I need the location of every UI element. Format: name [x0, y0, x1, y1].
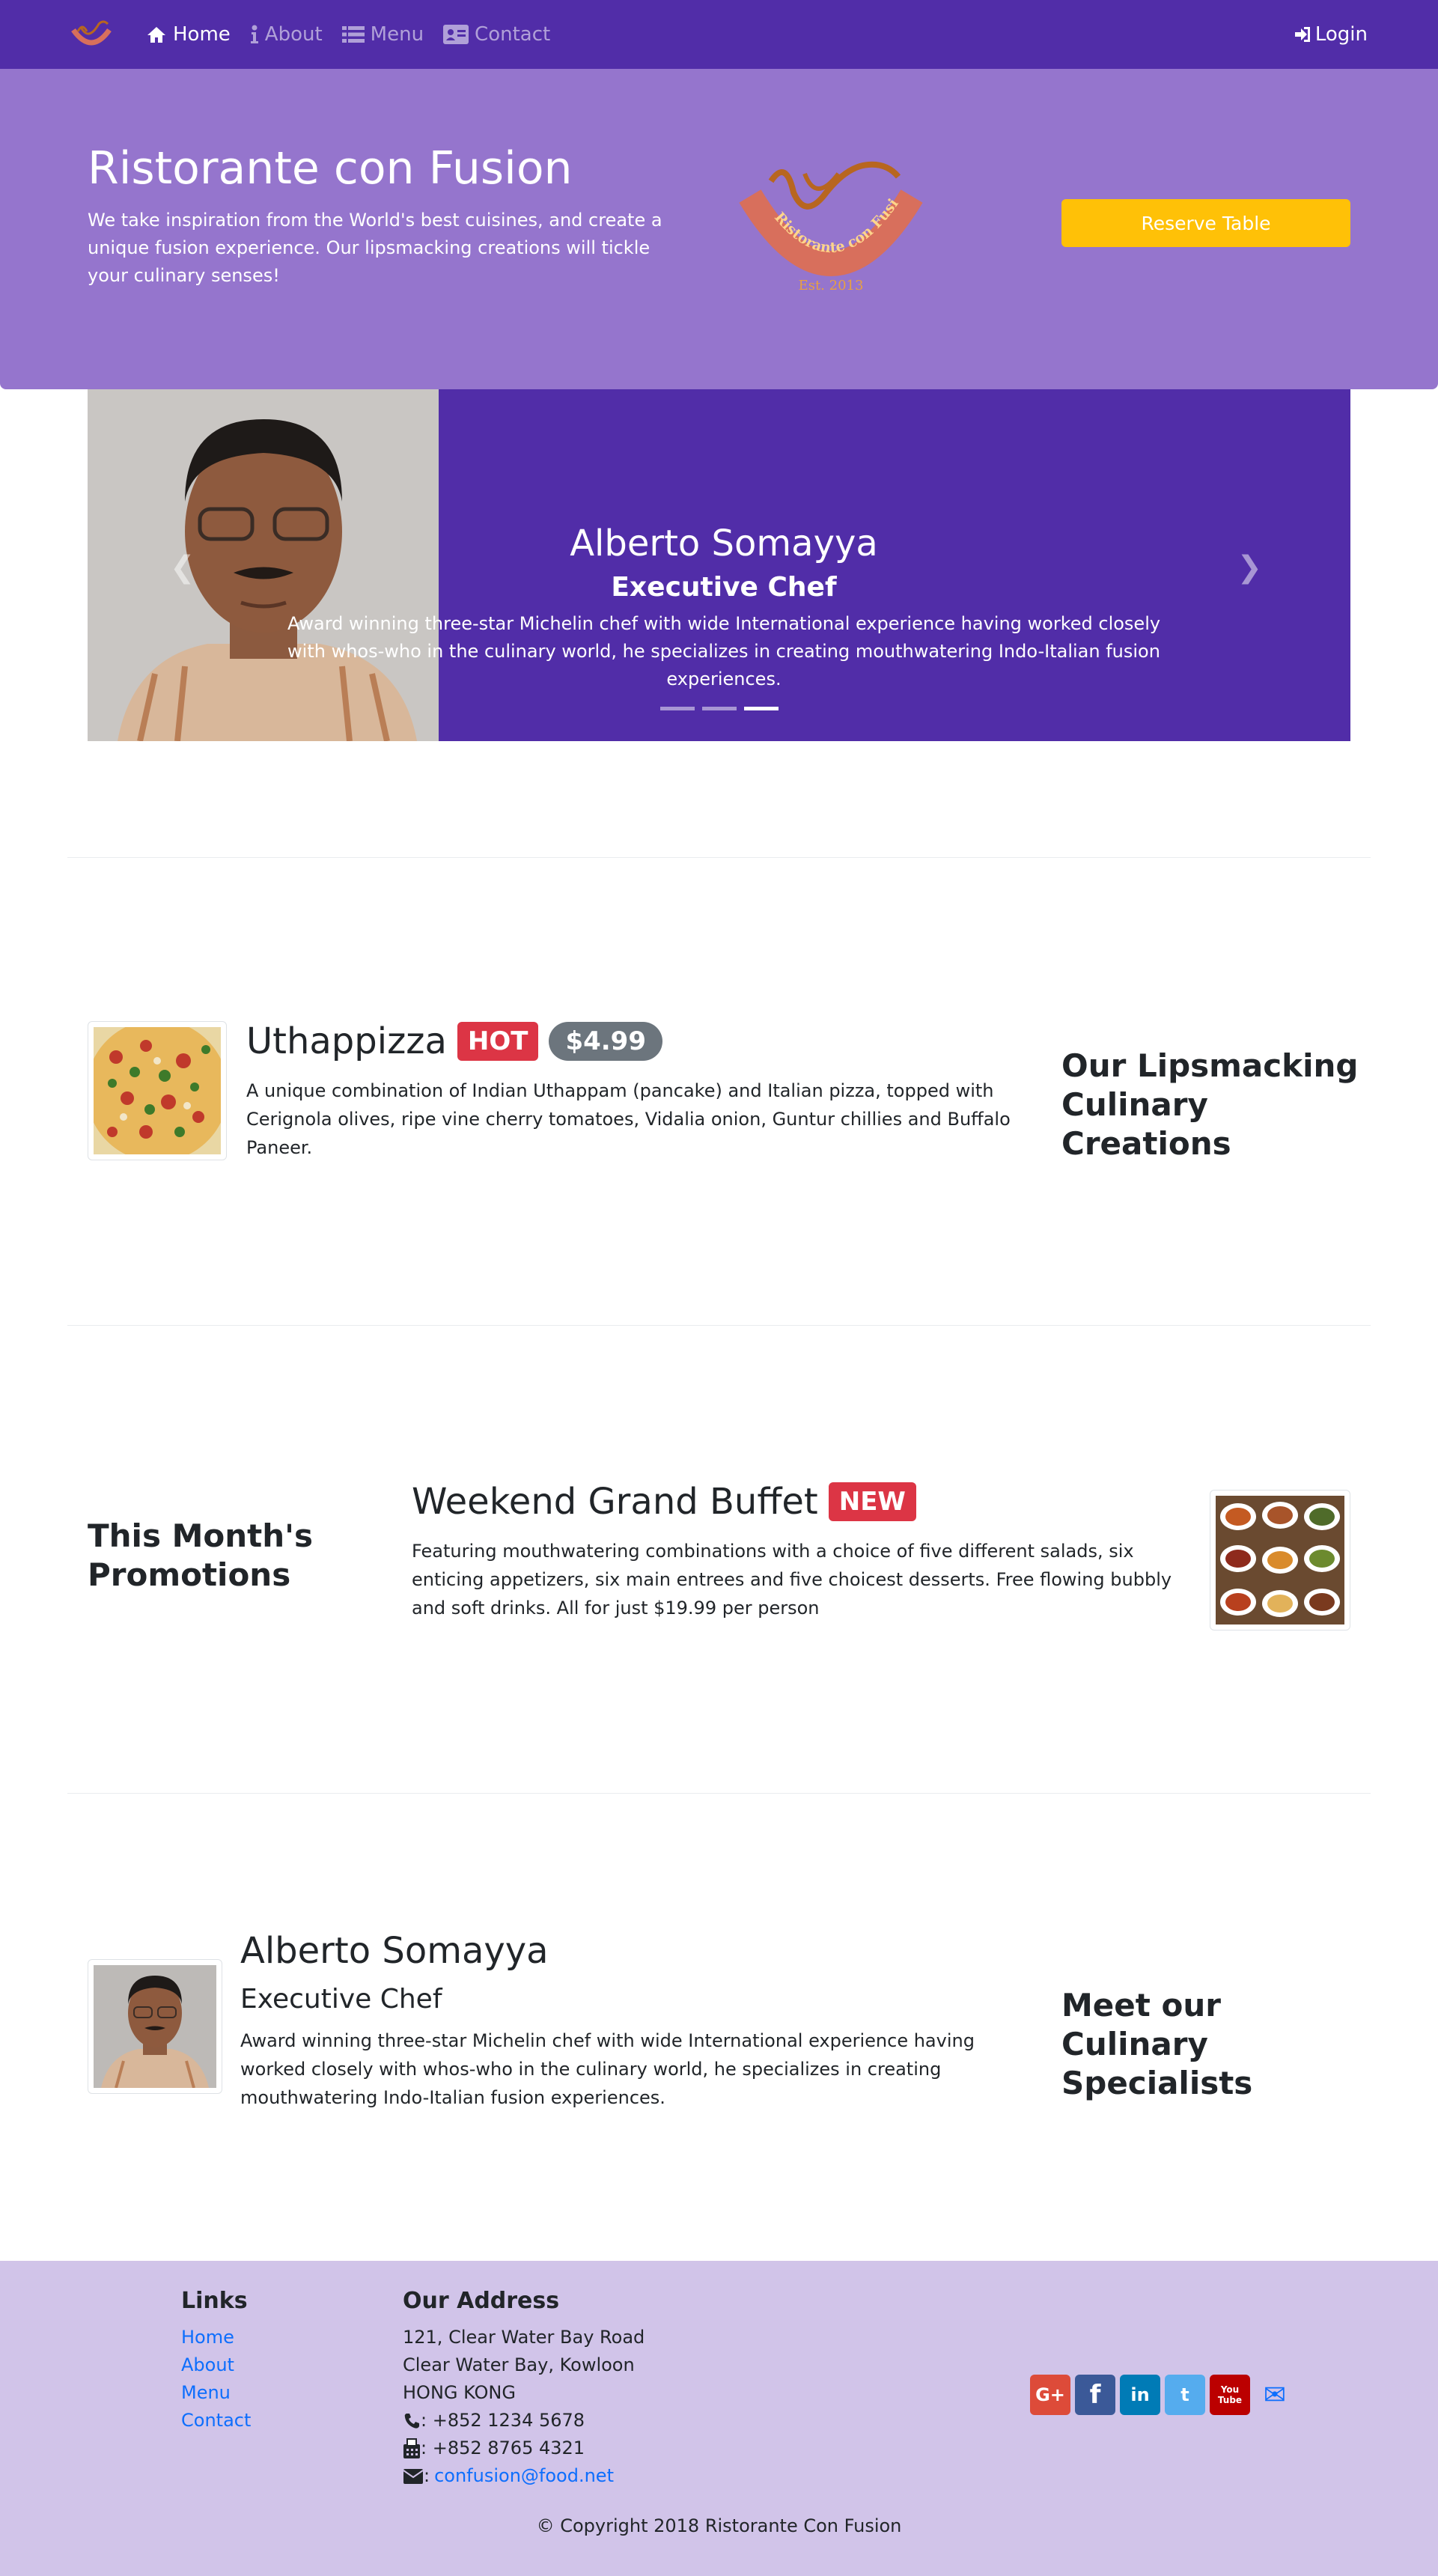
- nav-menu-label: Menu: [370, 23, 424, 46]
- footer-link-contact[interactable]: Contact: [181, 2407, 251, 2435]
- fax-icon: [403, 2438, 420, 2458]
- buffet-image: [1216, 1496, 1344, 1625]
- dish-side-heading: Our Lipsmacking Culinary Creations: [1061, 1047, 1359, 1162]
- carousel-prev-icon[interactable]: ❮: [170, 550, 195, 585]
- phone-number: : +852 1234 5678: [421, 2410, 585, 2431]
- promotion-side-heading: This Month's Promotions: [88, 1517, 313, 1593]
- dish-heading: Uthappizza HOT $4.99: [246, 1020, 662, 1062]
- dish-description: A unique combination of Indian Uthappam …: [246, 1080, 1011, 1158]
- carousel-indicator-1[interactable]: [659, 707, 695, 710]
- carousel-name: Alberto Somayya: [570, 523, 878, 564]
- info-icon: [250, 25, 258, 43]
- facebook-icon[interactable]: f: [1075, 2375, 1115, 2415]
- google-plus-icon[interactable]: G+: [1030, 2375, 1070, 2415]
- carousel-next-icon[interactable]: ❯: [1237, 550, 1262, 585]
- divider: [67, 1325, 1371, 1326]
- page-title: Ristorante con Fusion: [88, 142, 573, 195]
- hot-badge: HOT: [457, 1022, 539, 1061]
- nav-home[interactable]: Home: [146, 23, 231, 46]
- logo-est: Est. 2013: [799, 278, 864, 293]
- leader-heading: Alberto Somayya: [240, 1930, 549, 1972]
- email-link[interactable]: confusion@food.net: [434, 2462, 614, 2490]
- twitter-icon[interactable]: t: [1165, 2375, 1205, 2415]
- list-icon: [341, 26, 365, 43]
- nav-menu-link[interactable]: Menu: [341, 23, 424, 46]
- nav-home-label: Home: [173, 23, 231, 46]
- jumbotron: Ristorante con Fusion We take inspiratio…: [0, 69, 1438, 389]
- carousel-indicator-3[interactable]: [743, 707, 779, 710]
- email-row: : confusion@food.net: [403, 2462, 645, 2490]
- copyright: © Copyright 2018 Ristorante Con Fusion: [536, 2515, 902, 2536]
- new-badge: NEW: [828, 1482, 916, 1521]
- brand-logo[interactable]: [67, 16, 115, 54]
- address-line-3: HONG KONG: [403, 2382, 516, 2403]
- leader-photo: [94, 1965, 216, 2088]
- nav-contact-label: Contact: [475, 23, 551, 46]
- promotion-name: Weekend Grand Buffet: [412, 1481, 818, 1523]
- linkedin-icon[interactable]: in: [1120, 2375, 1160, 2415]
- phone-icon: [404, 2413, 419, 2429]
- leader-role: Executive Chef: [240, 1984, 442, 2015]
- carousel-indicators: [88, 707, 1350, 710]
- social-buttons: G+ f in t You Tube ✉: [1030, 2375, 1295, 2415]
- login-link[interactable]: Login: [1294, 0, 1368, 69]
- leader-thumbnail: [88, 1959, 222, 2094]
- carousel: ❮ ❯ Alberto Somayya Executive Chef Award…: [88, 389, 1350, 741]
- address-line-2: Clear Water Bay, Kowloon: [403, 2354, 635, 2375]
- leader-name: Alberto Somayya: [240, 1930, 549, 1972]
- navbar: Home About Menu Contact Login: [0, 0, 1438, 69]
- login-label: Login: [1314, 23, 1368, 46]
- fax-row: : +852 8765 4321: [403, 2435, 645, 2462]
- nav-contact[interactable]: Contact: [443, 23, 550, 46]
- price-badge: $4.99: [549, 1022, 662, 1061]
- email-prefix: :: [424, 2465, 430, 2486]
- footer-link-menu[interactable]: Menu: [181, 2379, 251, 2407]
- address-line-1: 121, Clear Water Bay Road: [403, 2327, 645, 2348]
- uthappizza-image: [94, 1027, 221, 1154]
- footer-link-about[interactable]: About: [181, 2351, 251, 2379]
- carousel-indicator-2[interactable]: [701, 707, 737, 710]
- dish-thumbnail: [88, 1021, 227, 1160]
- carousel-role: Executive Chef: [611, 572, 837, 603]
- address-heading: Our Address: [403, 2288, 560, 2314]
- fax-number: : +852 8765 4321: [421, 2438, 585, 2458]
- footer-link-home[interactable]: Home: [181, 2324, 251, 2351]
- dish-name: Uthappizza: [246, 1020, 447, 1062]
- reserve-table-button[interactable]: Reserve Table: [1061, 199, 1350, 247]
- carousel-caption: Alberto Somayya Executive Chef Award win…: [275, 523, 1173, 693]
- nav-menu: Home About Menu Contact: [146, 0, 570, 69]
- sign-in-icon: [1294, 27, 1310, 42]
- phone-row: : +852 1234 5678: [403, 2407, 645, 2435]
- promotion-description: Featuring mouthwatering combinations wit…: [412, 1541, 1172, 1619]
- nav-about[interactable]: About: [250, 23, 323, 46]
- links-heading: Links: [181, 2288, 248, 2314]
- home-icon: [147, 27, 165, 43]
- leader-description: Award winning three-star Michelin chef w…: [240, 2030, 975, 2108]
- jumbotron-text: We take inspiration from the World's bes…: [88, 210, 662, 286]
- address: 121, Clear Water Bay Road Clear Water Ba…: [403, 2324, 645, 2490]
- address-card-icon: [443, 25, 469, 44]
- envelope-icon: [403, 2468, 424, 2484]
- carousel-text: Award winning three-star Michelin chef w…: [287, 613, 1161, 689]
- divider: [67, 1793, 1371, 1794]
- nav-about-label: About: [264, 23, 323, 46]
- footer-links: Home About Menu Contact: [181, 2324, 251, 2435]
- restaurant-logo: Ristorante con Fusion Est. 2013: [734, 151, 923, 293]
- promotion-heading: Weekend Grand Buffet NEW: [412, 1481, 916, 1523]
- mail-icon[interactable]: ✉: [1255, 2375, 1295, 2415]
- promotion-thumbnail: [1210, 1490, 1350, 1630]
- youtube-icon[interactable]: You Tube: [1210, 2375, 1250, 2415]
- footer: Links Home About Menu Contact Our Addres…: [0, 2261, 1438, 2576]
- leader-side-heading: Meet our Culinary Specialists: [1061, 1987, 1253, 2101]
- divider: [67, 857, 1371, 858]
